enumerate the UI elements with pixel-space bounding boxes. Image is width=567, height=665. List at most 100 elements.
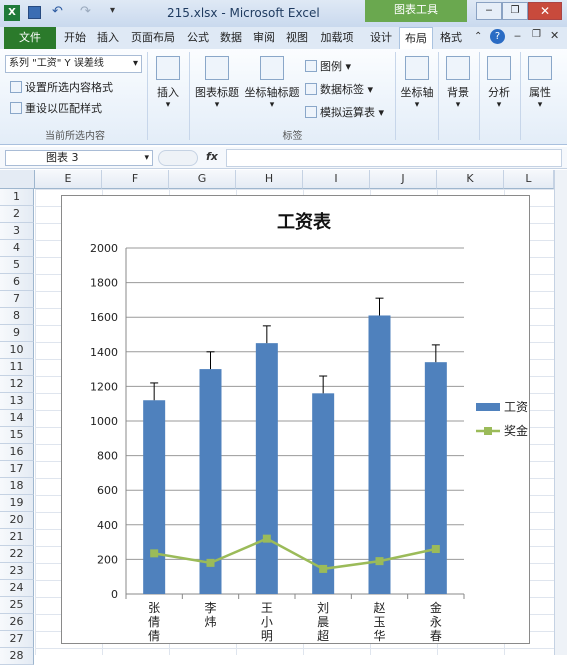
column-header[interactable]: J [370,170,437,189]
name-box[interactable]: 图表 3 ▾ [5,150,153,166]
restore-button[interactable]: ❐ [502,2,528,20]
row-header[interactable]: 16 [0,444,34,461]
tab-formulas[interactable]: 公式 [183,27,213,49]
select-all-corner[interactable] [0,170,35,189]
data-labels-label: 数据标签 [320,83,364,96]
column-header[interactable]: K [437,170,504,189]
row-header[interactable]: 15 [0,427,34,444]
doc-restore-icon[interactable]: ❐ [532,29,541,40]
row-header[interactable]: 28 [0,648,34,665]
background-button[interactable]: 背景 ▾ [441,56,475,110]
row-header[interactable]: 11 [0,359,34,376]
column-header[interactable]: L [504,170,554,189]
line-series[interactable] [153,537,437,571]
tab-addins[interactable]: 加载项 [315,27,359,49]
insert-button[interactable]: 插入 ▾ [151,56,185,110]
axes-label: 坐标轴 [400,86,434,99]
tab-insert[interactable]: 插入 [93,27,123,49]
format-selection-button[interactable]: 设置所选内容格式 [10,79,113,95]
line-point[interactable] [319,564,328,573]
row-header[interactable]: 22 [0,546,34,563]
row-header[interactable]: 3 [0,223,34,240]
analysis-icon [487,56,511,80]
row-header[interactable]: 13 [0,393,34,410]
axes-button[interactable]: 坐标轴 ▾ [398,56,436,110]
row-header[interactable]: 6 [0,274,34,291]
row-header[interactable]: 23 [0,563,34,580]
save-icon[interactable] [28,6,41,19]
row-header[interactable]: 2 [0,206,34,223]
column-header[interactable]: H [236,170,303,189]
row-header[interactable]: 7 [0,291,34,308]
analysis-button[interactable]: 分析 ▾ [482,56,516,110]
row-header[interactable]: 19 [0,495,34,512]
column-header[interactable]: E [35,170,102,189]
tab-file[interactable]: 文件 [4,27,56,49]
window-title: 215.xlsx - Microsoft Excel [167,6,320,20]
chart-title[interactable]: 工资表 [277,211,332,233]
y-tick-label: 1600 [90,311,118,324]
reset-style-button[interactable]: 重设以匹配样式 [10,100,102,116]
row-header[interactable]: 24 [0,580,34,597]
row-header[interactable]: 18 [0,478,34,495]
line-point[interactable] [262,534,271,543]
x-tick-label: 刘 [317,601,329,615]
bar[interactable] [424,362,447,594]
row-header[interactable]: 9 [0,325,34,342]
doc-close-icon[interactable]: ✕ [550,29,559,42]
ribbon-minimize-icon[interactable]: ⌃ [474,31,482,42]
row-header[interactable]: 4 [0,240,34,257]
x-tick-label: 超 [317,628,329,643]
tab-home[interactable]: 开始 [60,27,90,49]
undo-icon[interactable]: ↶ [52,4,63,19]
row-header[interactable]: 27 [0,631,34,648]
tab-page-layout[interactable]: 页面布局 [126,27,180,49]
row-header[interactable]: 25 [0,597,34,614]
formula-input[interactable] [226,149,562,167]
chart-title-button[interactable]: 图表标题 ▾ [191,56,243,110]
row-header[interactable]: 17 [0,461,34,478]
bar[interactable] [143,400,166,594]
row-header[interactable]: 26 [0,614,34,631]
close-button[interactable]: ✕ [528,2,562,20]
row-header[interactable]: 1 [0,189,34,206]
line-point[interactable] [150,549,159,558]
column-header[interactable]: F [102,170,169,189]
fx-button[interactable]: fx [206,150,218,163]
tab-design[interactable]: 设计 [365,27,397,49]
row-header[interactable]: 5 [0,257,34,274]
tab-layout[interactable]: 布局 [399,27,433,49]
axis-titles-button[interactable]: 坐标轴标题 ▾ [243,56,301,110]
minimize-button[interactable]: ‒ [476,2,502,20]
redo-icon[interactable]: ↷ [80,4,91,19]
line-point[interactable] [375,557,384,566]
properties-label: 属性 [529,86,551,99]
insert-icon [156,56,180,80]
data-labels-button[interactable]: 数据标签 ▾ [305,81,373,97]
row-header[interactable]: 10 [0,342,34,359]
legend-button[interactable]: 图例 ▾ [305,58,351,74]
row-header[interactable]: 12 [0,376,34,393]
tab-format[interactable]: 格式 [435,27,467,49]
line-point[interactable] [431,545,440,554]
help-icon[interactable]: ? [490,29,505,44]
chart-container[interactable]: 工资表 0 200 400 600 800 1000 1200 1400 1600 1800 200… [61,195,530,644]
row-header[interactable]: 14 [0,410,34,427]
row-header[interactable]: 21 [0,529,34,546]
data-table-button[interactable]: 模拟运算表 ▾ [305,104,384,120]
line-point[interactable] [206,558,215,567]
bar[interactable] [255,343,278,594]
bar[interactable] [368,315,391,594]
row-header[interactable]: 8 [0,308,34,325]
column-header[interactable]: I [303,170,370,189]
properties-button[interactable]: 属性 ▾ [523,56,557,110]
row-header[interactable]: 20 [0,512,34,529]
quick-access-dropdown-icon[interactable]: ▾ [110,5,115,16]
selection-dropdown[interactable]: 系列 "工资" Y 误差线 ▾ [5,55,142,73]
doc-minimize-icon[interactable]: ‒ [514,29,521,42]
tab-data[interactable]: 数据 [216,27,246,49]
vertical-scrollbar[interactable] [554,170,567,655]
tab-review[interactable]: 审阅 [249,27,279,49]
tab-view[interactable]: 视图 [282,27,312,49]
column-header[interactable]: G [169,170,236,189]
